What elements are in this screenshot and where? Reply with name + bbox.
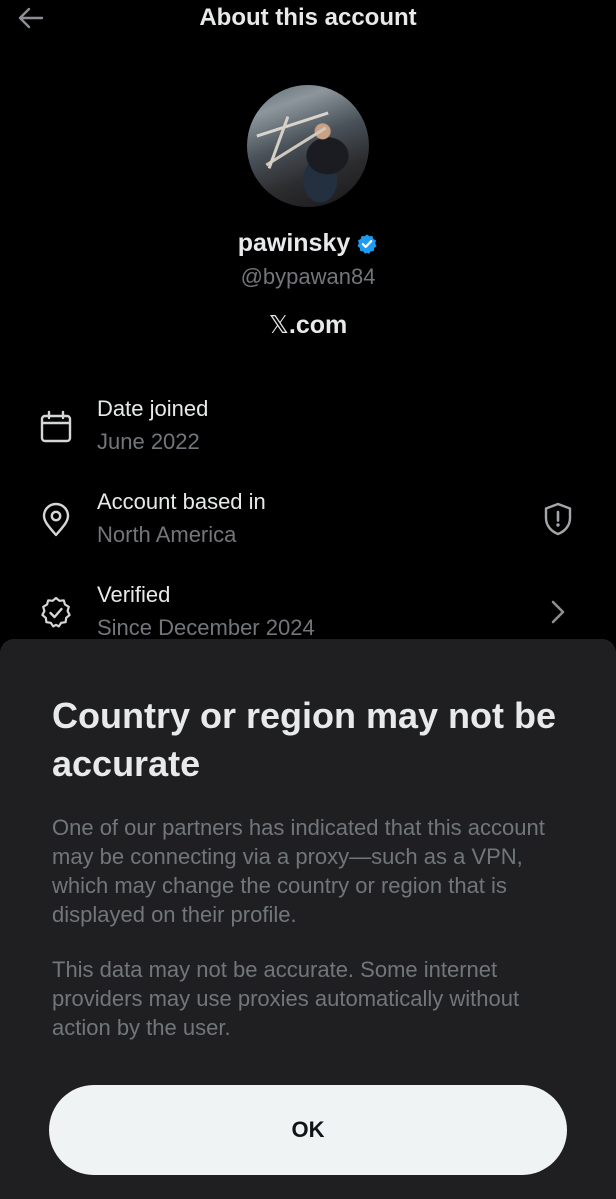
chevron-right-icon xyxy=(551,600,565,624)
user-handle: @bypawan84 xyxy=(240,264,376,289)
detail-value: Since December 2024 xyxy=(97,615,315,640)
sheet-paragraph: This data may not be accurate. Some inte… xyxy=(52,957,520,1040)
display-name: pawinsky xyxy=(237,229,351,257)
about-account-screen: About this account pawinsky @bypawan84 𝕏… xyxy=(0,0,616,1199)
detail-row-account-based-in: Account based in North America xyxy=(0,489,616,559)
detail-row-date-joined: Date joined June 2022 xyxy=(0,396,616,466)
site-suffix: .com xyxy=(288,311,348,339)
page-title: About this account xyxy=(199,4,417,31)
avatar-detail xyxy=(267,116,290,169)
header-bar: About this account xyxy=(0,0,616,38)
calendar-icon xyxy=(38,409,74,445)
detail-value: June 2022 xyxy=(97,429,200,454)
avatar[interactable] xyxy=(247,85,369,207)
sheet-title: Country or region may not be accurate xyxy=(52,695,557,784)
detail-label: Date joined xyxy=(97,396,209,421)
verified-badge-icon xyxy=(356,233,378,255)
detail-label: Account based in xyxy=(97,489,266,514)
chevron-right-button[interactable] xyxy=(538,592,578,632)
verified-check-icon xyxy=(38,595,74,631)
shield-alert-icon xyxy=(544,502,572,536)
site-label: 𝕏.com xyxy=(0,310,616,340)
sheet-paragraph: One of our partners has indicated that t… xyxy=(52,815,545,927)
display-name-row: pawinsky xyxy=(0,229,616,258)
ok-button[interactable]: OK xyxy=(49,1085,567,1175)
shield-alert-button[interactable] xyxy=(538,499,578,539)
x-logo-mark: 𝕏 xyxy=(268,310,289,339)
location-pin-icon xyxy=(38,502,74,538)
detail-value: North America xyxy=(97,522,237,547)
info-bottom-sheet: Country or region may not be accurate On… xyxy=(0,639,616,1199)
detail-label: Verified xyxy=(97,582,171,607)
